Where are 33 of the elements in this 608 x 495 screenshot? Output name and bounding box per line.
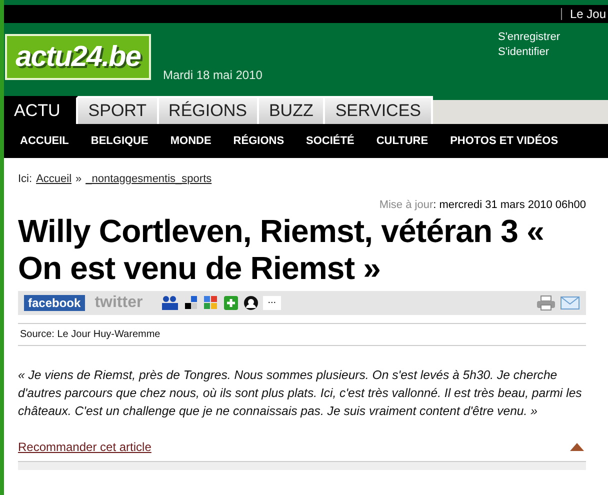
breadcrumb-link[interactable]: _nontaggesmentis_sports (86, 173, 212, 185)
article-title: Willy Cortleven, Riemst, vétéran 3 « On est venu de Riemst » (18, 213, 545, 287)
squares-icon[interactable] (182, 295, 199, 311)
header-date: Mardi 18 mai 2010 (163, 68, 262, 82)
subnav-link[interactable]: CULTURE (376, 135, 428, 147)
up-arrow-icon[interactable] (570, 443, 584, 451)
nav-tab[interactable]: ACTU (4, 96, 78, 124)
subnav-link[interactable]: RÉGIONS (233, 135, 284, 147)
print-icon[interactable] (536, 295, 556, 311)
more-button[interactable]: ... (262, 296, 282, 310)
update-label: Mise à jour (379, 199, 434, 211)
user-icon[interactable] (242, 295, 259, 311)
subnav-link[interactable]: SOCIÉTÉ (306, 135, 354, 147)
nav-tab[interactable]: SERVICES (325, 96, 434, 124)
people-icon[interactable] (160, 295, 179, 311)
article-source: Source: Le Jour Huy-Waremme (18, 323, 586, 346)
account-link[interactable]: S'identifier (498, 46, 560, 58)
nav-tab[interactable]: SPORT (78, 96, 159, 124)
article-body: « Je viens de Riemst, près de Tongres. Nous sommes plusieurs. On s'est levés à 5h30. Je cherche d'autres parcours que chez nous, où ils sont plus plats. Ici, c'est très vallonné. Il est très beau, parmi les châteaux. C'est un challenge que je ne connaissais pas. Je suis vraiment content d'être venu. » (18, 367, 583, 420)
account-link[interactable]: S'enregistrer (498, 31, 560, 43)
subnav-link[interactable]: MONDE (170, 135, 212, 147)
breadcrumb-separator: » (76, 173, 82, 185)
breadcrumb-link[interactable]: Accueil (36, 173, 72, 185)
recommend-link[interactable]: Recommander cet article (18, 440, 152, 454)
subnav-link[interactable]: BELGIQUE (90, 135, 148, 147)
update-date: : mercredi 31 mars 2010 06h00 (433, 199, 586, 211)
subnav-link[interactable]: ACCUEIL (20, 135, 69, 147)
nav-tab[interactable]: BUZZ (258, 96, 326, 124)
facebook-button[interactable]: facebook (24, 295, 85, 311)
breadcrumb-label: Ici: (18, 173, 32, 185)
top-link[interactable]: Le Jou (570, 7, 606, 21)
nav-tab[interactable]: RÉGIONS (158, 96, 259, 124)
subnav-link[interactable]: PHOTOS ET VIDÉOS (450, 135, 558, 147)
